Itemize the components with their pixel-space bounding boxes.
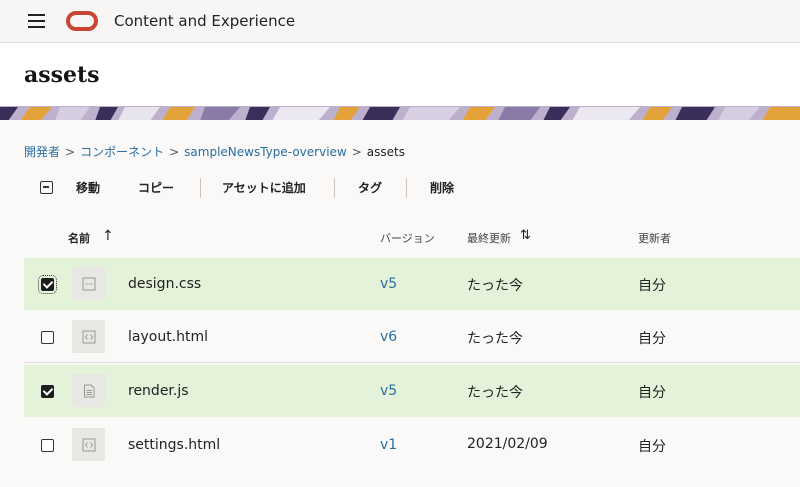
table-row[interactable]: layout.html v6 たった今 自分	[24, 311, 800, 363]
breadcrumb-link-developer[interactable]: 開発者	[24, 145, 60, 159]
delete-button[interactable]: 削除	[430, 179, 454, 196]
table-header: 名前 ↑ バージョン 最終更新 ⇅ 更新者	[24, 228, 800, 248]
file-modified: 2021/02/09	[467, 436, 548, 452]
file-updater: 自分	[638, 278, 666, 294]
breadcrumb-separator: >	[351, 145, 362, 159]
file-name[interactable]: render.js	[128, 383, 189, 399]
select-all-checkbox[interactable]	[40, 181, 53, 194]
breadcrumb-link-components[interactable]: コンポーネント	[80, 145, 164, 159]
table-row[interactable]: settings.html v1 2021/02/09 自分	[24, 419, 800, 471]
sort-toggle-icon[interactable]: ⇅	[520, 228, 531, 243]
file-updater: 自分	[638, 439, 666, 455]
toolbar-divider	[200, 178, 201, 198]
move-button[interactable]: 移動	[76, 179, 100, 196]
breadcrumb: 開発者 > コンポーネント > sampleNewsType-overview > asse…	[24, 143, 405, 160]
column-header-name[interactable]: 名前	[68, 230, 90, 246]
file-name[interactable]: layout.html	[128, 329, 208, 345]
table-row[interactable]: render.js v5 たった今 自分	[24, 365, 800, 417]
top-bar: Content and Experience	[0, 0, 800, 43]
js-file-icon	[72, 374, 105, 407]
toolbar-divider	[406, 178, 407, 198]
file-version[interactable]: v5	[380, 276, 397, 292]
file-updater: 自分	[638, 385, 666, 401]
table-row[interactable]: design.css v5 たった今 自分	[24, 258, 800, 310]
file-name[interactable]: design.css	[128, 276, 201, 292]
breadcrumb-separator: >	[65, 145, 76, 159]
toolbar-divider	[334, 178, 335, 198]
file-modified: たった今	[467, 278, 523, 294]
hamburger-menu-icon[interactable]	[28, 14, 45, 28]
tag-button[interactable]: タグ	[358, 179, 382, 196]
column-header-version: バージョン	[380, 232, 435, 245]
file-version[interactable]: v5	[380, 383, 397, 399]
breadcrumb-current: assets	[366, 145, 405, 159]
file-version[interactable]: v1	[380, 437, 397, 453]
row-checkbox[interactable]	[41, 439, 54, 452]
breadcrumb-link-component[interactable]: sampleNewsType-overview	[184, 145, 347, 159]
file-name[interactable]: settings.html	[128, 437, 220, 453]
oracle-logo-icon	[66, 11, 98, 31]
content-area: 開発者 > コンポーネント > sampleNewsType-overview > asse…	[0, 120, 800, 487]
banner-pattern-icon	[0, 107, 800, 120]
decorative-banner	[0, 106, 800, 120]
app-title: Content and Experience	[114, 12, 296, 30]
html-file-icon	[72, 428, 105, 461]
row-checkbox[interactable]	[41, 331, 54, 344]
copy-button[interactable]: コピー	[138, 179, 174, 196]
column-header-updater: 更新者	[638, 232, 671, 245]
breadcrumb-separator: >	[169, 145, 180, 159]
add-to-asset-button[interactable]: アセットに追加	[222, 179, 306, 196]
row-checkbox[interactable]	[41, 385, 54, 398]
file-modified: たった今	[467, 385, 523, 401]
html-file-icon	[72, 320, 105, 353]
row-checkbox[interactable]	[38, 275, 57, 294]
css-file-icon	[72, 267, 105, 300]
file-version[interactable]: v6	[380, 329, 397, 345]
file-updater: 自分	[638, 331, 666, 347]
file-modified: たった今	[467, 331, 523, 347]
sort-ascending-icon[interactable]: ↑	[102, 228, 114, 244]
toolbar: 移動 コピー アセットに追加 タグ 削除	[24, 176, 784, 200]
page-title: assets	[24, 62, 100, 88]
column-header-modified[interactable]: 最終更新	[467, 230, 511, 246]
